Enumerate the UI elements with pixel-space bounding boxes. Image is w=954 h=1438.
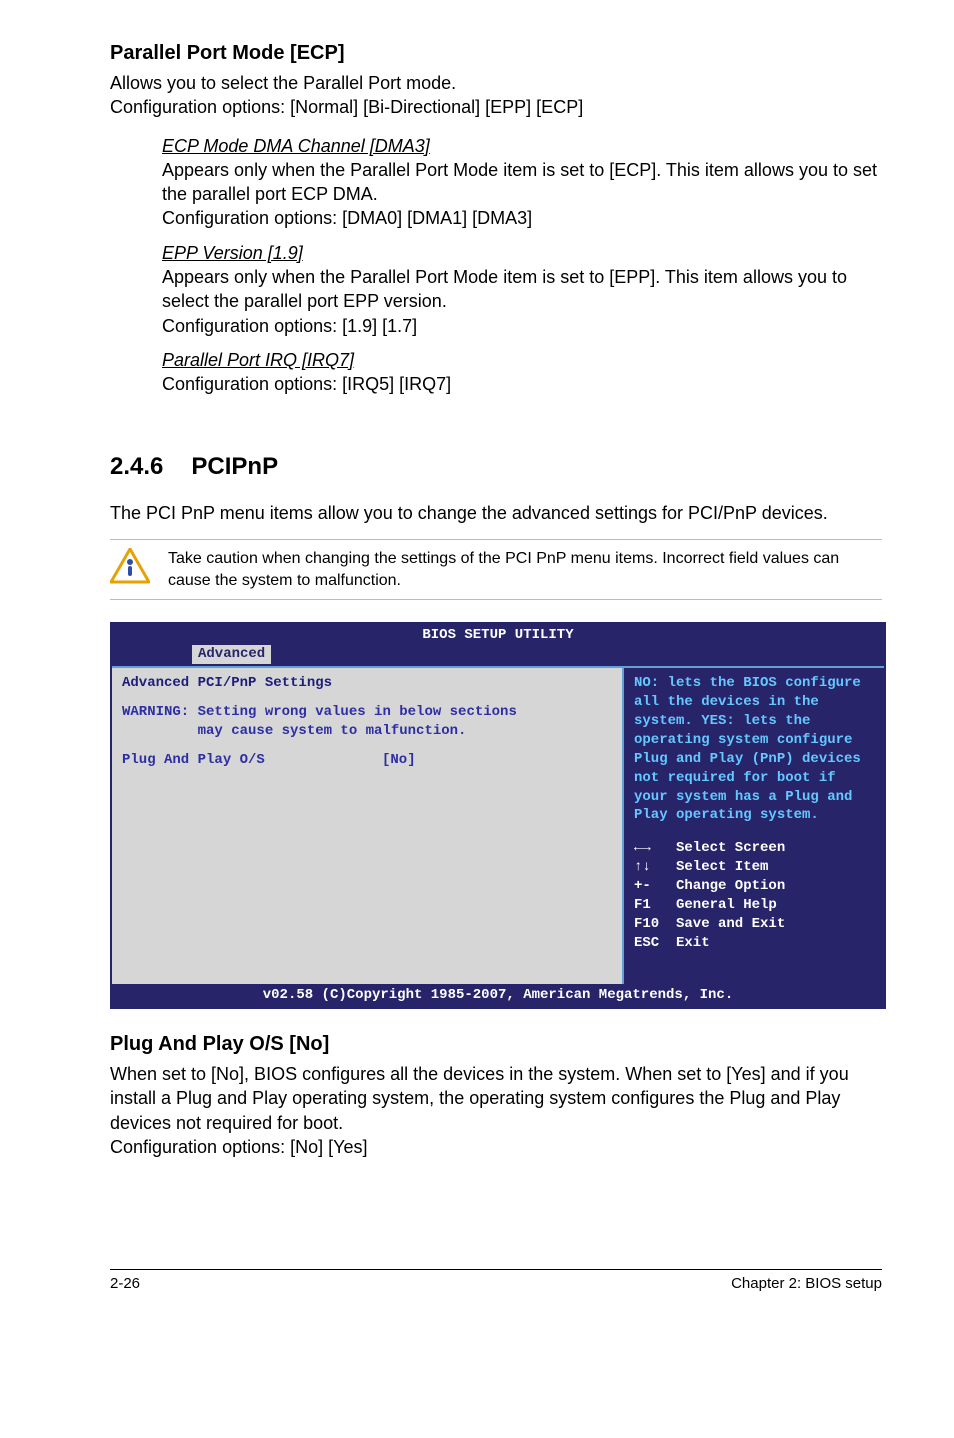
body-text: Configuration options: [DMA0] [DMA1] [DM… [162,206,882,230]
section-title: PCIPnP [191,451,278,483]
bios-option-row: Plug And Play O/S [No] [122,751,612,770]
caution-callout: Take caution when changing the settings … [110,539,882,600]
bios-nav-help: ←→ Select Screen ↑↓ Select Item +- Change O… [634,839,874,952]
sub-heading: ECP Mode DMA Channel [DMA3] [162,136,430,156]
nav-key: F1 [634,896,666,915]
nav-label: Change Option [676,877,785,896]
caution-icon [110,548,150,584]
section-number: 2.4.6 [110,451,163,483]
page-footer: 2-26 Chapter 2: BIOS setup [110,1269,882,1294]
nav-label: Save and Exit [676,915,785,934]
nav-label: Select Item [676,858,768,877]
nav-label: Exit [676,934,710,953]
bios-left-heading: Advanced PCI/PnP Settings [122,674,612,693]
caution-text: Take caution when changing the settings … [168,548,882,591]
nav-key: ↑↓ [634,858,666,877]
bios-tab-bar: Advanced [112,645,884,666]
body-text: Appears only when the Parallel Port Mode… [162,265,882,314]
paragraph-text: When set to [No], BIOS configures all th… [110,1064,849,1133]
bios-help-text: NO: lets the BIOS configure all the devi… [634,674,874,825]
paragraph-text: Allows you to select the Parallel Port m… [110,73,456,93]
page-number: 2-26 [110,1274,140,1294]
bios-warning-text: may cause system to malfunction. [122,722,612,741]
bios-option-value: [No] [382,751,416,770]
bios-tab-advanced: Advanced [192,645,271,664]
paragraph-text: Configuration options: [No] [Yes] [110,1137,368,1157]
nav-key: F10 [634,915,666,934]
body-text: When set to [No], BIOS configures all th… [110,1062,882,1159]
body-text: Configuration options: [IRQ5] [IRQ7] [162,372,882,396]
bios-right-pane: NO: lets the BIOS configure all the devi… [624,668,884,984]
bios-warning-text: WARNING: Setting wrong values in below s… [122,703,612,722]
bios-left-pane: Advanced PCI/PnP Settings WARNING: Setti… [112,668,624,984]
bios-title: BIOS SETUP UTILITY [112,624,884,645]
bios-footer-text: v02.58 (C)Copyright 1985-2007, American … [112,984,884,1007]
body-text: The PCI PnP menu items allow you to chan… [110,501,882,525]
heading-parallel-port-mode: Parallel Port Mode [ECP] [110,40,882,67]
body-text: Appears only when the Parallel Port Mode… [162,158,882,207]
nav-key: +- [634,877,666,896]
bios-option-label: Plug And Play O/S [122,751,382,770]
paragraph-text: Configuration options: [Normal] [Bi-Dire… [110,97,583,117]
heading-plug-and-play: Plug And Play O/S [No] [110,1031,882,1058]
nav-key: ESC [634,934,666,953]
sub-heading: EPP Version [1.9] [162,243,303,263]
body-text: Allows you to select the Parallel Port m… [110,71,882,120]
nav-label: General Help [676,896,777,915]
nav-label: Select Screen [676,839,785,858]
sub-heading: Parallel Port IRQ [IRQ7] [162,350,354,370]
body-text: Configuration options: [1.9] [1.7] [162,314,882,338]
bios-screenshot: BIOS SETUP UTILITY Advanced Advanced PCI… [110,622,886,1009]
chapter-label: Chapter 2: BIOS setup [731,1274,882,1294]
nav-key: ←→ [634,839,666,858]
